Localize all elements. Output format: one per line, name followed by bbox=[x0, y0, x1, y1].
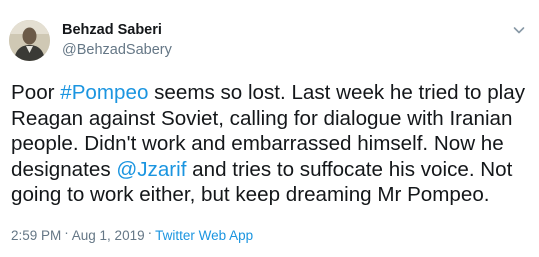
avatar[interactable] bbox=[9, 20, 50, 61]
tweet-metadata: 2:59 PM · Aug 1, 2019 · Twitter Web App bbox=[11, 225, 253, 243]
tweet-card: Behzad Saberi @BehzadSabery Poor #Pompeo… bbox=[0, 0, 539, 257]
tweet-time[interactable]: 2:59 PM bbox=[11, 228, 61, 243]
separator-dot: · bbox=[64, 225, 69, 240]
author-name[interactable]: Behzad Saberi bbox=[62, 22, 162, 38]
separator-dot: · bbox=[147, 225, 153, 240]
tweet-date[interactable]: Aug 1, 2019 bbox=[72, 228, 145, 243]
chevron-down-icon[interactable] bbox=[511, 22, 527, 38]
author-handle[interactable]: @BehzadSabery bbox=[62, 42, 172, 58]
tweet-text-segment: Poor bbox=[11, 81, 61, 104]
mention-link[interactable]: @Jzarif bbox=[116, 158, 186, 181]
tweet-text: Poor #Pompeo seems so lost. Last week he… bbox=[11, 80, 535, 208]
avatar-image bbox=[9, 20, 50, 61]
tweet-source-link[interactable]: Twitter Web App bbox=[155, 228, 253, 243]
hashtag-link[interactable]: #Pompeo bbox=[60, 81, 148, 104]
